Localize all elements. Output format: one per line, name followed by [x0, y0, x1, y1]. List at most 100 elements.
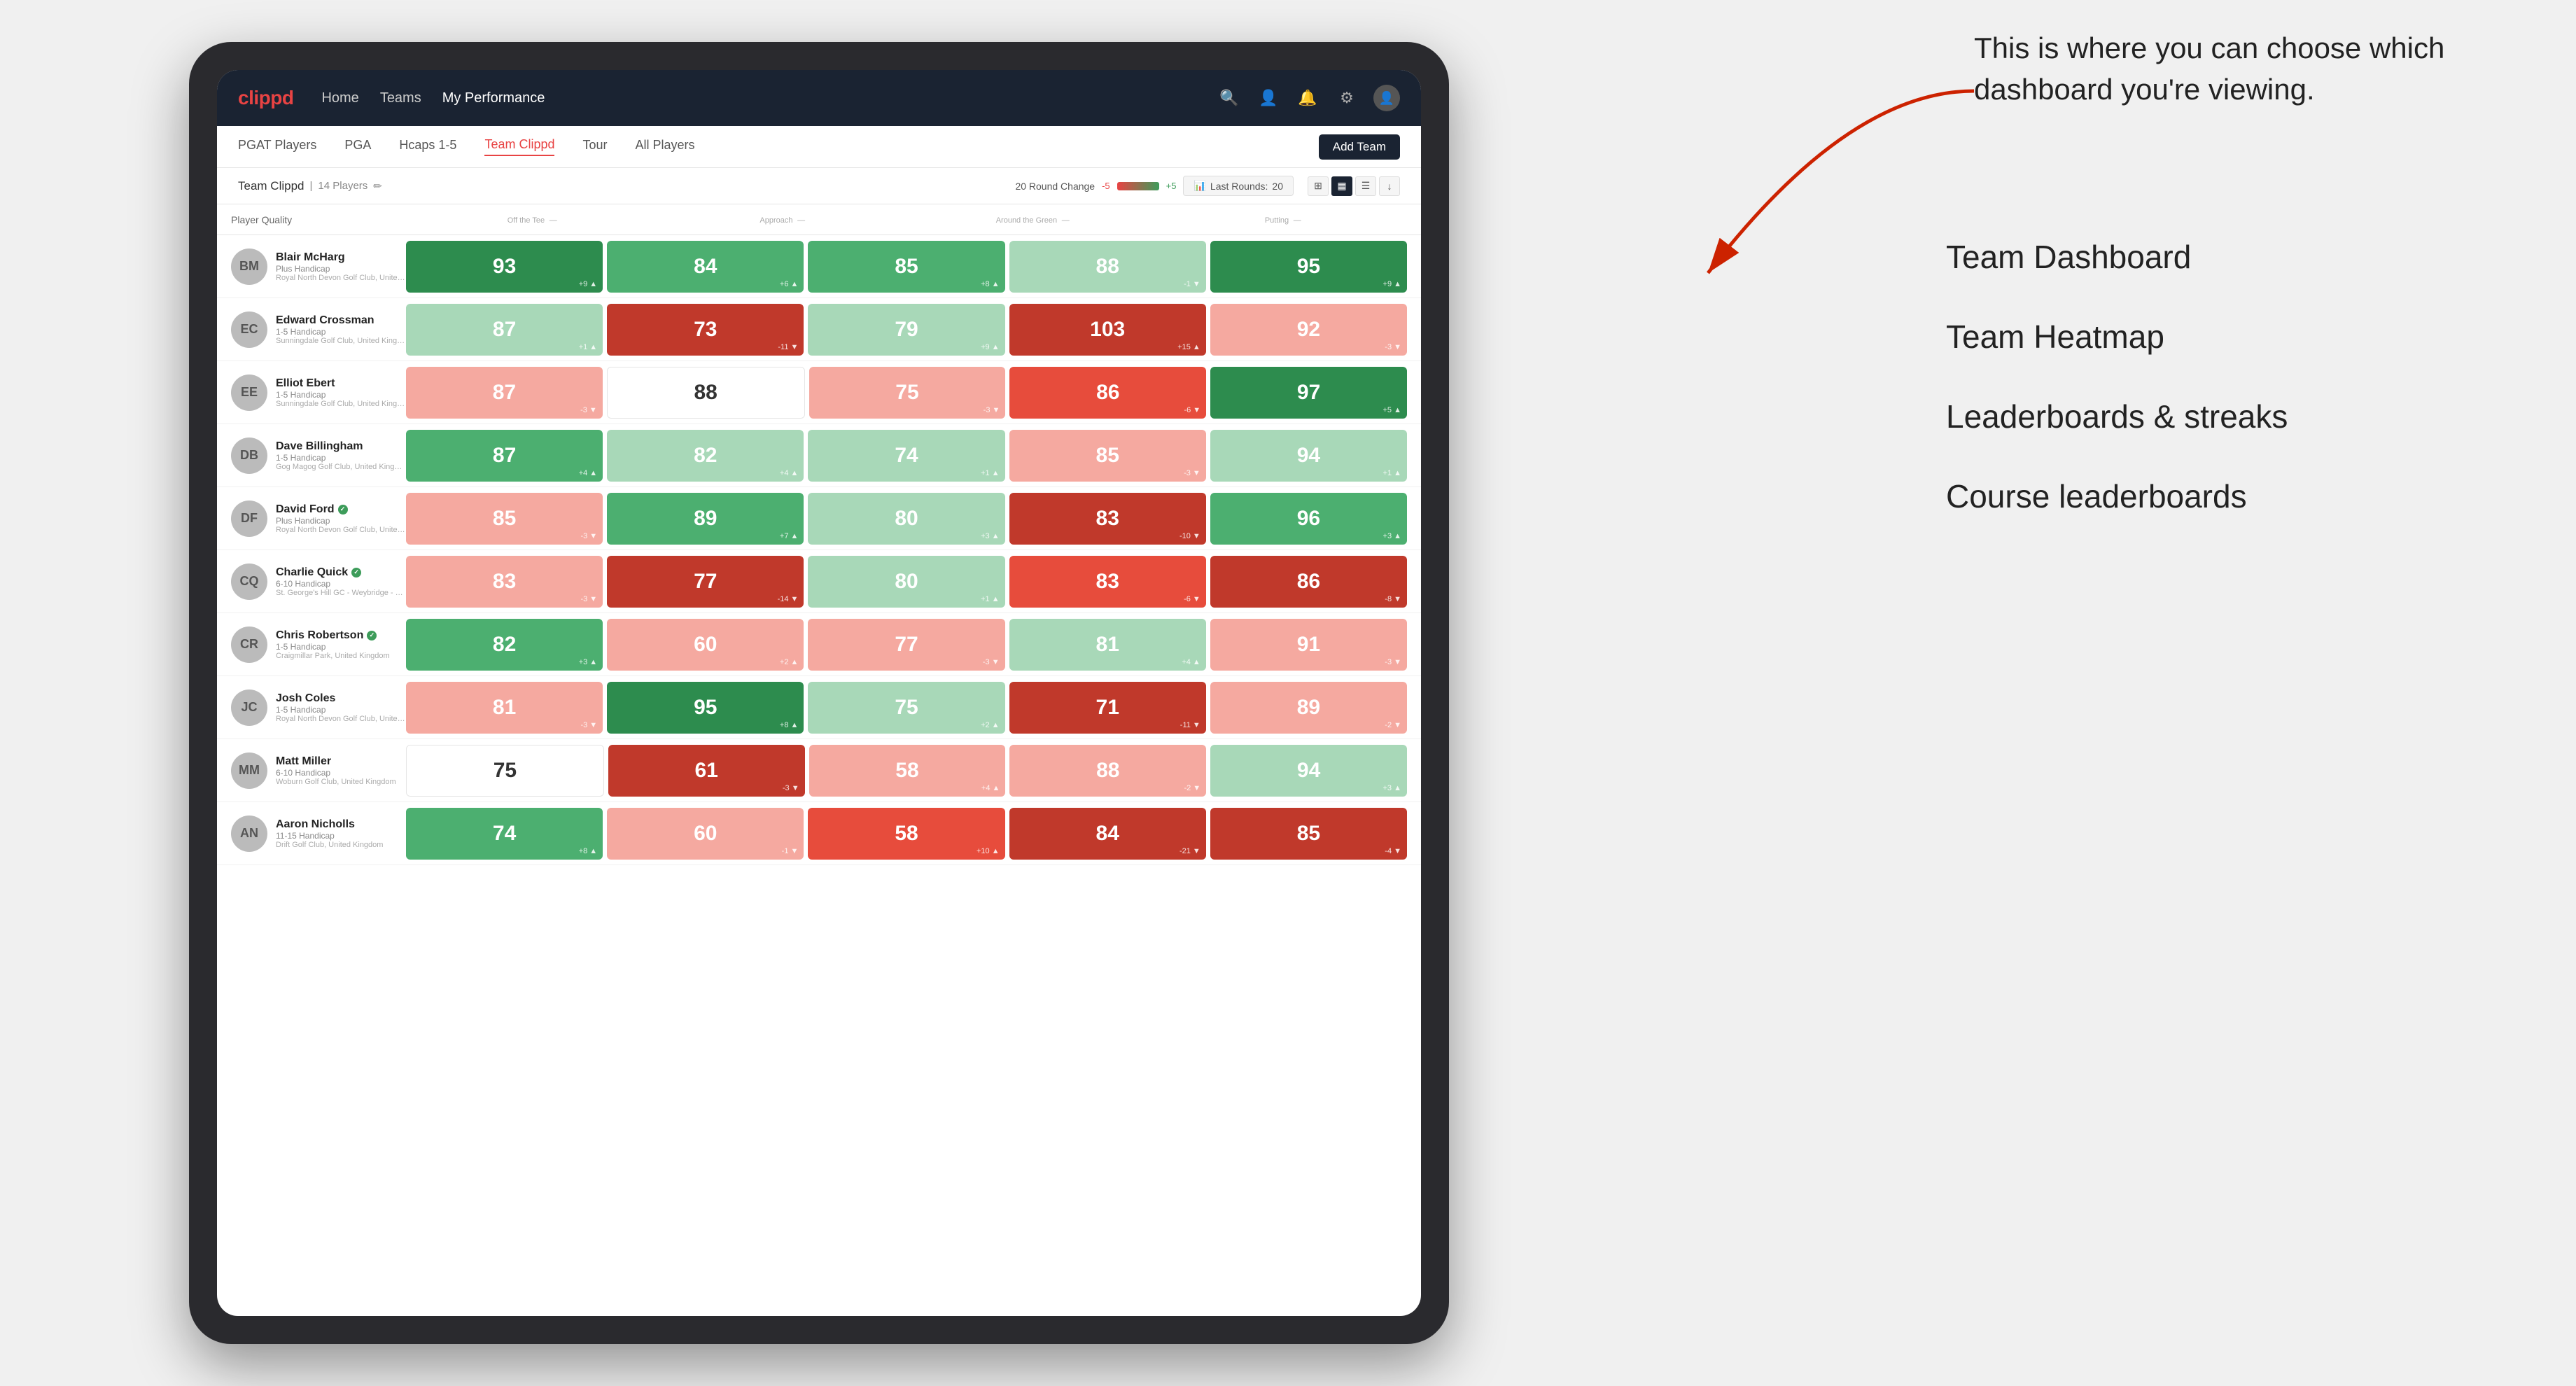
score-cells: 82 +3 ▲ 60 +2 ▲ 77 -3 ▼ 81 +4 ▲ 91 -3 ▼ — [406, 619, 1407, 671]
score-cell-quality: 75 — [406, 745, 604, 797]
last-rounds-icon: 📊 — [1194, 180, 1205, 192]
subnav-tour[interactable]: Tour — [582, 138, 607, 155]
player-club: Craigmillar Park, United Kingdom — [276, 652, 406, 660]
player-row[interactable]: AN Aaron Nicholls 11-15 Handicap Drift G… — [217, 802, 1421, 865]
player-info: DB Dave Billingham 1-5 Handicap Gog Mago… — [231, 438, 406, 474]
subnav-pgat[interactable]: PGAT Players — [238, 138, 316, 155]
add-team-button[interactable]: Add Team — [1319, 134, 1400, 160]
annotation-text: This is where you can choose which dashb… — [1974, 28, 2534, 111]
score-cell-aroundGreen: 83 -6 ▼ — [1009, 556, 1206, 608]
logo: clippd — [238, 87, 293, 109]
player-avatar: EC — [231, 312, 267, 348]
col-approach-header[interactable]: Approach — — [657, 214, 907, 225]
view-list-btn[interactable]: ☰ — [1355, 176, 1376, 196]
player-row[interactable]: EC Edward Crossman 1-5 Handicap Sunningd… — [217, 298, 1421, 361]
last-rounds-label: Last Rounds: — [1210, 181, 1268, 192]
subnav-pga[interactable]: PGA — [344, 138, 371, 155]
annotation-item-3: Course leaderboards — [1946, 477, 2520, 515]
change-bar-visual — [1117, 182, 1159, 190]
player-name: Dave Billingham — [276, 440, 406, 453]
nav-home[interactable]: Home — [321, 90, 358, 106]
player-details: Chris Robertson ✓ 1-5 Handicap Craigmill… — [276, 629, 406, 660]
player-club: Woburn Golf Club, United Kingdom — [276, 778, 406, 786]
player-name: Blair McHarg — [276, 251, 406, 264]
nav-my-performance[interactable]: My Performance — [442, 90, 545, 106]
player-hdcp: Plus Handicap — [276, 264, 406, 274]
player-row[interactable]: BM Blair McHarg Plus Handicap Royal Nort… — [217, 235, 1421, 298]
nav-teams[interactable]: Teams — [380, 90, 421, 106]
annotation-item-0: Team Dashboard — [1946, 238, 2520, 276]
score-cell-offTee: 82 +4 ▲ — [607, 430, 804, 482]
player-row[interactable]: DB Dave Billingham 1-5 Handicap Gog Mago… — [217, 424, 1421, 487]
verified-badge: ✓ — [351, 568, 361, 578]
score-cell-quality: 82 +3 ▲ — [406, 619, 603, 671]
player-info: BM Blair McHarg Plus Handicap Royal Nort… — [231, 248, 406, 285]
player-info: CR Chris Robertson ✓ 1-5 Handicap Craigm… — [231, 626, 406, 663]
player-club: Sunningdale Golf Club, United Kingdom — [276, 400, 406, 408]
score-cell-approach: 75 +2 ▲ — [808, 682, 1004, 734]
subnav-team-clippd[interactable]: Team Clippd — [484, 137, 554, 156]
score-cell-approach: 80 +1 ▲ — [808, 556, 1004, 608]
tablet-screen: clippd Home Teams My Performance 🔍 👤 🔔 ⚙… — [217, 70, 1421, 1316]
score-cell-offTee: 77 -14 ▼ — [607, 556, 804, 608]
player-club: Royal North Devon Golf Club, United King… — [276, 274, 406, 282]
score-cells: 87 +1 ▲ 73 -11 ▼ 79 +9 ▲ 103 +15 ▲ 92 -3… — [406, 304, 1407, 356]
player-avatar: JC — [231, 690, 267, 726]
score-cells: 87 +4 ▲ 82 +4 ▲ 74 +1 ▲ 85 -3 ▼ 94 +1 ▲ — [406, 430, 1407, 482]
view-more-btn[interactable]: ↓ — [1379, 176, 1400, 196]
search-icon[interactable]: 🔍 — [1217, 85, 1242, 111]
player-details: Edward Crossman 1-5 Handicap Sunningdale… — [276, 314, 406, 345]
player-name: Edward Crossman — [276, 314, 406, 327]
change-red: -5 — [1102, 181, 1110, 191]
player-row[interactable]: DF David Ford ✓ Plus Handicap Royal Nort… — [217, 487, 1421, 550]
col-aroundgreen-header[interactable]: Around the Green — — [906, 214, 1157, 225]
score-cell-offTee: 88 — [607, 367, 805, 419]
players-list: BM Blair McHarg Plus Handicap Royal Nort… — [217, 235, 1421, 1316]
settings-icon[interactable]: ⚙ — [1334, 85, 1359, 111]
player-row[interactable]: CQ Charlie Quick ✓ 6-10 Handicap St. Geo… — [217, 550, 1421, 613]
player-name: Josh Coles — [276, 692, 406, 705]
view-heat-btn[interactable]: ▦ — [1331, 176, 1352, 196]
profile-icon[interactable]: 👤 — [1256, 85, 1281, 111]
bell-icon[interactable]: 🔔 — [1295, 85, 1320, 111]
score-cell-aroundGreen: 86 -6 ▼ — [1009, 367, 1206, 419]
col-putting-header[interactable]: Putting — — [1157, 214, 1408, 225]
score-cell-approach: 79 +9 ▲ — [808, 304, 1004, 356]
team-name: Team Clippd — [238, 179, 304, 193]
edit-icon[interactable]: ✏ — [373, 180, 382, 192]
score-cell-offTee: 60 -1 ▼ — [607, 808, 804, 860]
last-rounds-button[interactable]: 📊 Last Rounds: 20 — [1183, 176, 1294, 196]
player-avatar: BM — [231, 248, 267, 285]
player-row[interactable]: JC Josh Coles 1-5 Handicap Royal North D… — [217, 676, 1421, 739]
user-avatar[interactable]: 👤 — [1373, 85, 1400, 111]
score-cell-aroundGreen: 71 -11 ▼ — [1009, 682, 1206, 734]
player-name: Elliot Ebert — [276, 377, 406, 390]
round-change-label: 20 Round Change — [1015, 181, 1095, 192]
player-row[interactable]: MM Matt Miller 6-10 Handicap Woburn Golf… — [217, 739, 1421, 802]
player-row[interactable]: CR Chris Robertson ✓ 1-5 Handicap Craigm… — [217, 613, 1421, 676]
subnav-hcaps[interactable]: Hcaps 1-5 — [399, 138, 456, 155]
score-cell-approach: 75 -3 ▼ — [809, 367, 1006, 419]
view-buttons: ⊞ ▦ ☰ ↓ — [1308, 176, 1400, 196]
col-player-header[interactable]: Player Quality — [231, 214, 406, 225]
player-details: Aaron Nicholls 11-15 Handicap Drift Golf… — [276, 818, 406, 849]
subnav-all-players[interactable]: All Players — [636, 138, 695, 155]
score-cell-putting: 94 +1 ▲ — [1210, 430, 1407, 482]
player-club: Royal North Devon Golf Club, United King… — [276, 715, 406, 723]
player-details: Dave Billingham 1-5 Handicap Gog Magog G… — [276, 440, 406, 471]
team-count: 14 Players — [318, 180, 368, 192]
score-cell-quality: 74 +8 ▲ — [406, 808, 603, 860]
score-cell-offTee: 84 +6 ▲ — [607, 241, 804, 293]
player-details: David Ford ✓ Plus Handicap Royal North D… — [276, 503, 406, 534]
player-hdcp: 1-5 Handicap — [276, 705, 406, 715]
annotation-area: This is where you can choose which dashb… — [1974, 28, 2534, 118]
col-offtee-header[interactable]: Off the Tee — — [406, 214, 657, 225]
score-cell-aroundGreen: 84 -21 ▼ — [1009, 808, 1206, 860]
player-row[interactable]: EE Elliot Ebert 1-5 Handicap Sunningdale… — [217, 361, 1421, 424]
score-cell-offTee: 73 -11 ▼ — [607, 304, 804, 356]
player-avatar: DF — [231, 500, 267, 537]
player-details: Josh Coles 1-5 Handicap Royal North Devo… — [276, 692, 406, 723]
view-grid-btn[interactable]: ⊞ — [1308, 176, 1329, 196]
player-hdcp: 11-15 Handicap — [276, 831, 406, 841]
red-arrow — [1568, 77, 1988, 322]
